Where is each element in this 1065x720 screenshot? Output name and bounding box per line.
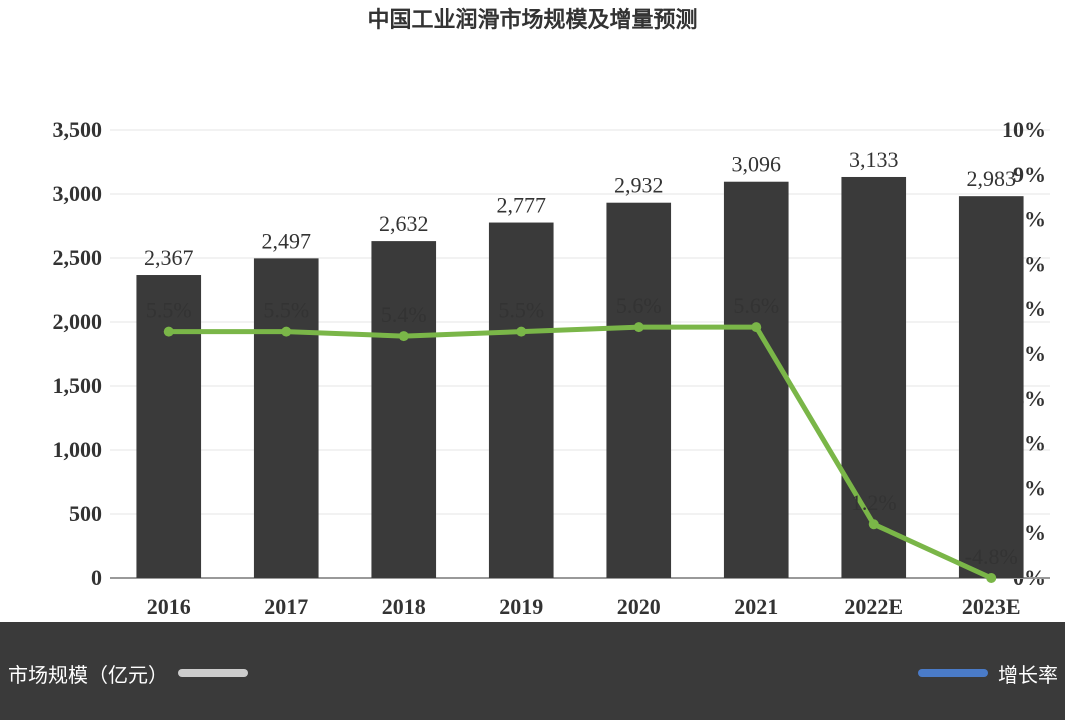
x-tick-label: 2017: [264, 594, 308, 619]
growth-value-label: 5.5%: [146, 298, 192, 323]
growth-value-label: 5.6%: [733, 293, 779, 318]
growth-point: [398, 331, 409, 342]
growth-value-label: 5.6%: [616, 293, 662, 318]
bar-value-label: 2,932: [614, 173, 664, 198]
growth-point: [281, 326, 292, 337]
growth-point: [163, 326, 174, 337]
bar-value-label: 2,367: [144, 245, 194, 270]
y-left-tick-label: 2,000: [53, 309, 103, 334]
x-tick-label: 2023E: [962, 594, 1021, 619]
growth-value-label: 5.5%: [263, 298, 309, 323]
y-right-tick-label: 9%: [1013, 162, 1046, 187]
bar: [723, 181, 789, 578]
chart-svg: 05001,0001,5002,0002,5003,0003,5000%1%2%…: [53, 117, 1050, 619]
x-tick-label: 2020: [617, 594, 661, 619]
bar-value-label: 3,133: [849, 147, 899, 172]
y-left-tick-label: 1,500: [53, 373, 103, 398]
y-left-tick-label: 0: [91, 565, 102, 590]
legend-bar-swatch: [178, 669, 248, 677]
legend-line-label: 增长率: [998, 662, 1058, 687]
growth-point: [633, 322, 644, 333]
x-tick-label: 2022E: [844, 594, 903, 619]
legend-bar-label: 市场规模（亿元）: [8, 662, 168, 687]
growth-value-label: -4.8%: [965, 544, 1018, 569]
growth-value-label: 5.5%: [498, 298, 544, 323]
bar-value-label: 2,983: [967, 166, 1017, 191]
bar-value-label: 2,777: [497, 193, 547, 218]
y-left-tick-label: 500: [69, 501, 102, 526]
legend-row: 市场规模（亿元） 增长率: [8, 658, 1058, 688]
y-right-tick-label: 10%: [1002, 117, 1046, 142]
growth-point: [868, 519, 879, 530]
y-left-tick-label: 3,500: [53, 117, 103, 142]
y-left-tick-label: 3,000: [53, 181, 103, 206]
growth-value-label: 5.4%: [381, 302, 427, 327]
y-left-tick-label: 2,500: [53, 245, 103, 270]
legend-line-swatch: [918, 669, 988, 677]
legend: 市场规模（亿元） 增长率: [0, 622, 1065, 720]
growth-point: [751, 322, 762, 333]
x-tick-label: 2018: [382, 594, 426, 619]
y-left-tick-label: 1,000: [53, 437, 103, 462]
bar-value-label: 2,497: [262, 228, 312, 253]
bar-value-label: 2,632: [379, 211, 429, 236]
growth-point: [516, 326, 527, 337]
x-tick-label: 2021: [734, 594, 778, 619]
growth-value-label: 1.2%: [851, 490, 897, 515]
bar-value-label: 3,096: [732, 152, 782, 177]
bar: [841, 176, 907, 578]
x-tick-label: 2016: [147, 594, 191, 619]
bar: [606, 202, 672, 579]
chart-stage: 中国工业润滑市场规模及增量预测 0 500 1,000 1,500 2,000 2,500…: [0, 0, 1065, 720]
bar: [958, 196, 1024, 578]
x-tick-label: 2019: [499, 594, 543, 619]
bar: [488, 222, 554, 578]
bar: [371, 241, 437, 578]
growth-point: [986, 573, 997, 583]
